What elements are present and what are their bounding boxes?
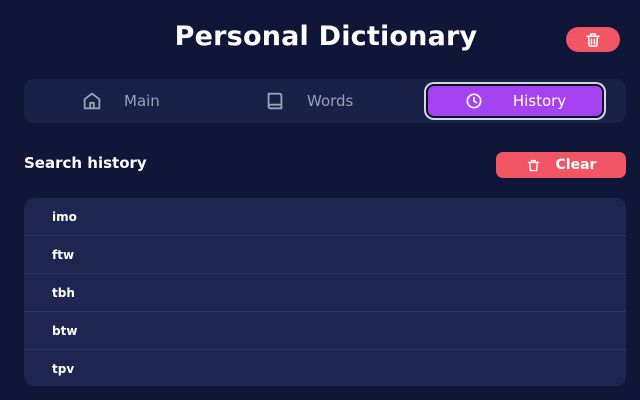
- app-window: Personal Dictionary Main Words History S…: [0, 0, 640, 400]
- history-item-tbh[interactable]: tbh: [24, 274, 626, 312]
- main-navigation: Main Words History: [24, 79, 626, 123]
- page-title: Personal Dictionary: [174, 21, 478, 52]
- tab-words[interactable]: Words: [264, 79, 353, 123]
- history-list: imo ftw tbh btw tpv: [24, 198, 626, 386]
- tab-history[interactable]: History: [426, 84, 604, 118]
- trash-icon: [526, 158, 541, 173]
- history-item-btw[interactable]: btw: [24, 312, 626, 350]
- tab-main[interactable]: Main: [81, 79, 160, 123]
- history-item-tpv[interactable]: tpv: [24, 350, 626, 386]
- tab-words-label: Words: [307, 92, 354, 110]
- clock-icon: [464, 91, 484, 111]
- trash-icon: [584, 31, 602, 49]
- tab-history-label: History: [512, 92, 567, 110]
- tab-main-label: Main: [124, 92, 160, 110]
- clear-history-button[interactable]: Clear: [496, 152, 626, 178]
- section-title: Search history: [24, 154, 147, 172]
- history-item-ftw[interactable]: ftw: [24, 236, 626, 274]
- book-icon: [264, 90, 286, 112]
- clear-button-label: Clear: [555, 157, 597, 173]
- history-item-imo[interactable]: imo: [24, 198, 626, 236]
- delete-dictionary-button[interactable]: [566, 27, 620, 52]
- home-icon: [81, 90, 103, 112]
